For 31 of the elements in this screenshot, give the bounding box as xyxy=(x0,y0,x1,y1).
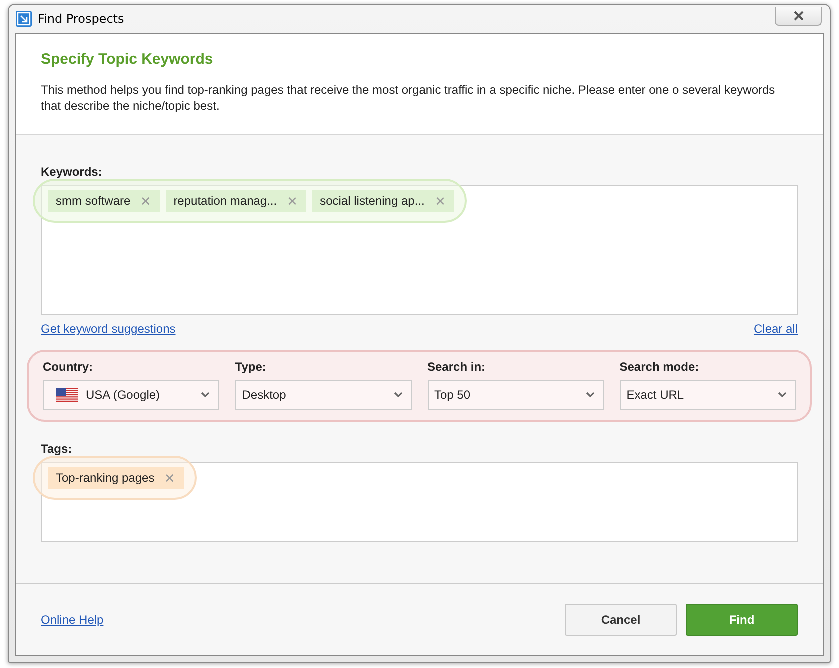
tags-field[interactable] xyxy=(41,462,798,542)
filter-label: Search in: xyxy=(428,360,487,374)
keyword-chip[interactable]: reputation manag... ✕ xyxy=(166,190,306,212)
keywords-field[interactable] xyxy=(41,185,798,315)
window-title: Find Prospects xyxy=(38,12,124,26)
filter-label: Country: xyxy=(43,360,94,374)
section-title: Specify Topic Keywords xyxy=(41,51,214,68)
keywords-label: Keywords: xyxy=(41,165,104,179)
app-icon xyxy=(16,11,32,27)
chevron-down-icon xyxy=(778,392,787,398)
dropdown[interactable]: Exact URL xyxy=(620,380,796,410)
filter-label: Search mode: xyxy=(620,360,700,374)
suggestions-link[interactable]: Get keyword suggestions xyxy=(41,322,176,336)
chevron-down-icon xyxy=(201,392,210,398)
keyword-chip[interactable]: social listening ap... ✕ xyxy=(312,190,454,212)
filter-label: Type: xyxy=(235,360,268,374)
clear-all-link[interactable]: Clear all xyxy=(754,322,798,336)
dropdown[interactable]: Top 50 xyxy=(428,380,604,410)
help-link[interactable]: Online Help xyxy=(41,612,104,626)
keyword-chip[interactable]: Top-ranking pages ✕ xyxy=(48,467,184,489)
chevron-down-icon xyxy=(586,392,595,398)
dropdown[interactable]: USA (Google) xyxy=(43,380,220,410)
description-text: This method helps you find top-ranking pages that receive the most organic traffic in a specific niche. Please enter one o several keywords that describe the niche/topic best. xyxy=(41,82,776,114)
close-icon xyxy=(792,10,804,20)
flag-icon xyxy=(56,388,78,402)
tags-label: Tags: xyxy=(41,442,74,456)
keyword-chip[interactable]: smm software ✕ xyxy=(48,190,160,212)
close-button[interactable] xyxy=(775,6,822,26)
cancel-button[interactable]: Cancel xyxy=(565,604,677,636)
dropdown[interactable]: Desktop xyxy=(235,380,412,410)
chevron-down-icon xyxy=(394,392,402,398)
